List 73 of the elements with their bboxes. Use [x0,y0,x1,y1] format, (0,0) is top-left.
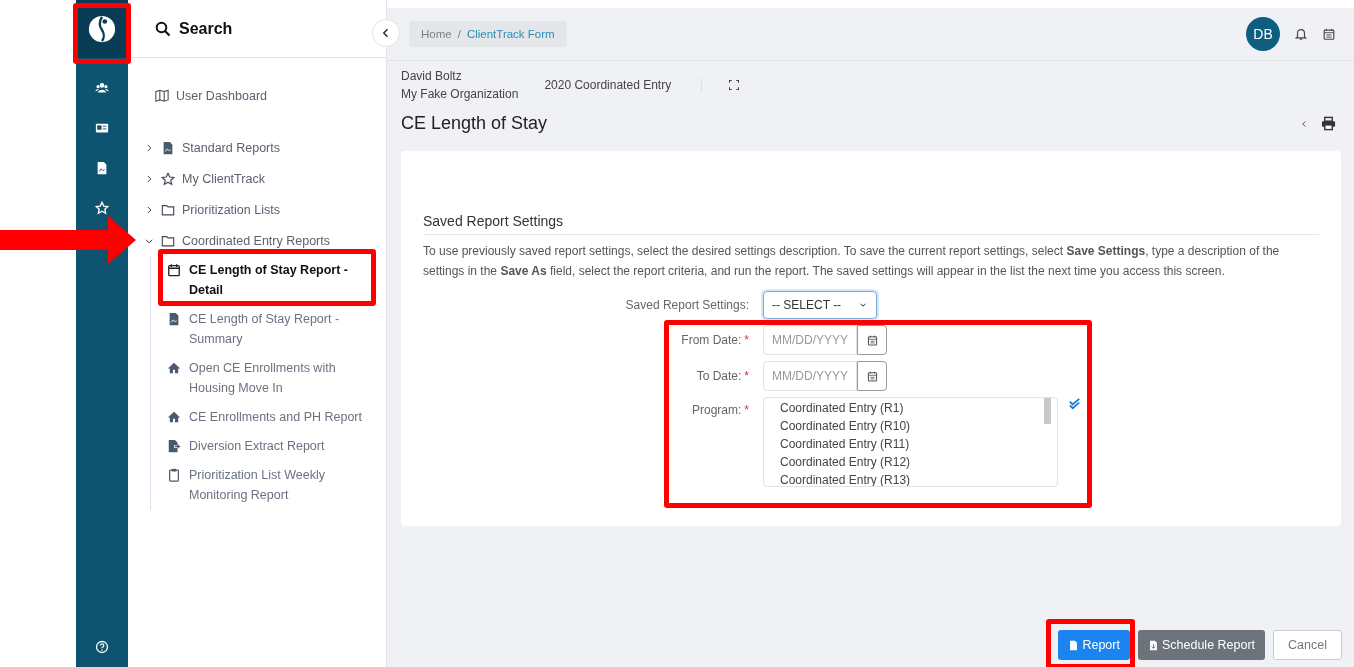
map-icon [155,88,169,103]
clipboard-icon [167,468,181,482]
sidebar-group[interactable]: Coordinated Entry Reports [144,225,386,256]
sidebar-group[interactable]: My ClientTrack [144,163,386,194]
id-card-icon [95,121,109,135]
select-field[interactable]: -- SELECT -- [763,291,877,319]
calendar-icon [865,369,879,383]
required-mark: * [744,403,749,417]
sidebar-item[interactable]: CE Length of Stay Report - Detail [167,256,367,305]
house-icon [167,361,181,375]
chevron-icon [144,173,154,184]
download-document-icon [1147,639,1159,651]
date-field[interactable]: MM/DD/YYYY [763,361,857,391]
sidebar-group[interactable]: Standard Reports [144,132,386,163]
double-check-icon [1068,397,1083,412]
required-mark: * [744,369,749,383]
field-label: To Date: [696,369,742,383]
print-icon [1321,116,1336,131]
document-export-icon [167,439,181,453]
sidebar-item[interactable]: User Dashboard [144,80,386,111]
star-icon [95,201,109,215]
star-icon [161,171,175,186]
schedule-button[interactable]: Schedule Report [1137,630,1266,660]
expand-icon [728,79,741,91]
folder-icon [161,233,175,248]
report-button[interactable]: Report [1058,630,1130,660]
program-list[interactable]: Coordinated Entry (R1) Coordinated Entry (R10) Coordinated Entry (R11) Coordinated Entry (R12) Coordinated Entry (R13) [763,397,1058,487]
client-name: David Boltz [401,68,463,85]
document-icon [95,161,109,175]
list-option[interactable]: Coordinated Entry (R13) [780,471,1040,486]
house-icon [167,410,181,424]
sidebar-item[interactable]: Prioritization List Weekly Monitoring Report [167,461,367,510]
calendar-button[interactable] [857,361,887,391]
search-label[interactable]: Search [179,19,233,38]
sidebar-item[interactable]: Open CE Enrollments with Housing Move In [167,354,367,403]
organization-name: My Fake Organization [401,86,519,103]
help-icon [95,640,109,654]
section-description: To use previously saved report settings, select the desired settings description. To save the current report settings, select Save Settings, type a description of the settings in the Save As field, select the report criteria, and run the report. The saved settings will appear in the list the next time you access this screen. [423,243,1281,280]
bell-icon [1294,27,1308,41]
sidebar-item[interactable]: CE Length of Stay Report - Summary [167,305,367,354]
calendar-icon [1322,27,1336,41]
list-option[interactable]: Coordinated Entry (R1) [780,399,1040,417]
highlight-frame [73,3,131,64]
chevron-icon [144,142,154,153]
sidebar-item[interactable]: CE Enrollments and PH Report [167,403,367,432]
calendar-button[interactable] [857,325,887,355]
calendar-icon [167,263,181,277]
document-icon [1068,639,1080,651]
field-label: Saved Report Settings: [625,298,749,312]
program-name: 2020 Coordinated Entry [544,78,703,92]
list-option[interactable]: Coordinated Entry (R12) [780,453,1040,471]
folder-icon [161,202,175,217]
logo-icon [87,14,117,44]
required-mark: * [744,333,749,347]
scrollbar-thumb[interactable] [1044,398,1051,424]
breadcrumb-separator: / [457,28,461,40]
sidebar-item[interactable]: Diversion Extract Report [167,432,367,461]
collapse-button[interactable] [372,19,400,47]
field-label: From Date: [681,333,742,347]
calendar-icon [865,333,879,347]
list-option[interactable]: Coordinated Entry (R11) [780,435,1040,453]
document-icon [161,140,175,155]
list-option[interactable]: Coordinated Entry (R10) [780,417,1040,435]
sidebar-group[interactable]: Prioritization Lists [144,194,386,225]
date-field[interactable]: MM/DD/YYYY [763,325,857,355]
cancel-button[interactable]: Cancel [1273,630,1342,660]
search-icon [155,20,171,37]
user-avatar[interactable]: DB [1246,17,1280,51]
page-title: CE Length of Stay [401,113,549,134]
section-title: Saved Report Settings [423,213,1319,235]
field-label: Program: [691,403,742,417]
chevron-icon [144,204,154,215]
document-icon [167,312,181,326]
